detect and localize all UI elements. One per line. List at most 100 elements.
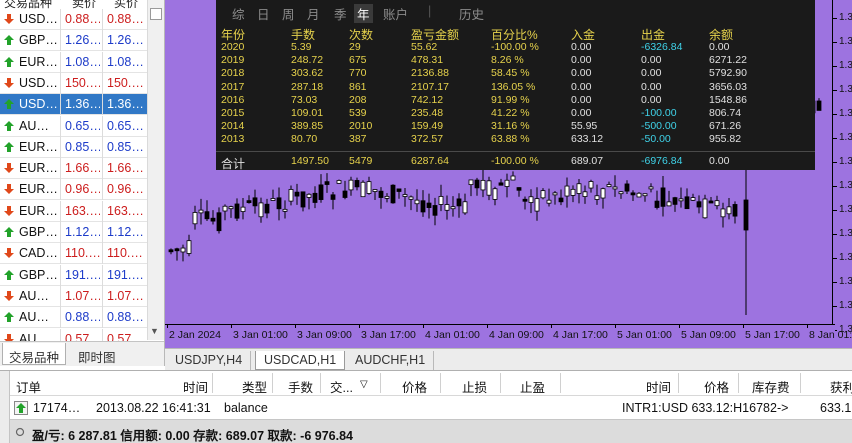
stats-cell: 2015 xyxy=(221,107,245,119)
stats-tab[interactable]: 日 xyxy=(257,4,270,23)
order-id: 17174… xyxy=(33,401,81,415)
tab-usdjpy-h4[interactable]: USDJPY,H4 xyxy=(167,351,252,370)
stats-tab[interactable]: 历史 xyxy=(459,4,484,23)
candle-body xyxy=(546,199,552,204)
market-watch-scrollbar[interactable]: ▼ xyxy=(147,0,164,340)
stats-tab[interactable]: 年 xyxy=(354,4,373,23)
price-tick xyxy=(833,258,837,259)
market-watch-row[interactable]: EUR… 0.96… 0.96… xyxy=(0,179,147,201)
candle-body xyxy=(426,202,432,208)
tab-symbols[interactable]: 交易品种 xyxy=(2,343,67,365)
terminal-summary-bar: 盈/亏: 6 287.81 信用额: 0.00 存款: 689.07 取款: -… xyxy=(10,419,852,443)
cell-separator xyxy=(102,200,103,222)
market-watch-row[interactable]: EUR… 163.… 163.… xyxy=(0,200,147,222)
candle-body xyxy=(588,181,594,189)
stats-cell: 633.12 xyxy=(571,133,604,146)
candle-body xyxy=(606,184,612,188)
col-stop-loss[interactable]: 止损 xyxy=(462,377,487,396)
market-watch-row[interactable]: USD… 1.36… 1.36… xyxy=(0,94,147,116)
col-swap[interactable]: 库存费 xyxy=(752,377,790,396)
market-watch-row[interactable]: USD… 0.88… 0.88… xyxy=(0,9,147,30)
col-type[interactable]: 类型 xyxy=(242,377,267,396)
market-watch-row[interactable]: EUR… 1.66… 1.66… xyxy=(0,158,147,180)
price-axis[interactable]: 1.3 1.3 1.3 1.3 1.3 1.3 1.3 1.3 1.3 1.3 1.3 1.3 1.3 1… xyxy=(832,0,852,348)
market-watch-row[interactable]: EUR… 1.08… 1.08… xyxy=(0,51,147,73)
stats-cell: 55.95 xyxy=(571,120,598,133)
scrollbar-thumb[interactable] xyxy=(150,8,162,20)
market-watch-row[interactable]: GBP… 191.… 191.… xyxy=(0,264,147,286)
stats-tab[interactable]: 综 xyxy=(232,4,245,23)
col-price[interactable]: 价格 xyxy=(402,377,427,396)
stats-total-cell: -6976.84 xyxy=(641,155,683,167)
candle-body xyxy=(390,184,396,204)
stats-cell: 2016 xyxy=(221,93,245,106)
candle-body xyxy=(306,193,312,198)
stats-cell: 55.62 xyxy=(411,41,438,53)
cell-separator xyxy=(60,9,61,30)
cell-separator xyxy=(60,94,61,116)
market-watch-row[interactable]: AU… 0.65… 0.65… xyxy=(0,115,147,137)
tab-tick-chart[interactable]: 即时图 xyxy=(72,343,122,365)
candle-body xyxy=(522,198,528,202)
ask-price: 1.07… xyxy=(107,288,144,303)
stats-cell: 387 xyxy=(349,133,367,146)
market-watch-row[interactable]: AU… 1.07… 1.07… xyxy=(0,285,147,307)
arrow-up-icon xyxy=(4,56,14,67)
market-watch-row[interactable]: AU… 0.88… 0.88… xyxy=(0,307,147,329)
market-watch-row[interactable]: EUR… 0.85… 0.85… xyxy=(0,136,147,158)
table-row[interactable]: 17174… 2013.08.22 16:41:31 balance INTR1… xyxy=(10,397,852,419)
candle-body xyxy=(696,201,702,208)
col-profit[interactable]: 获利 xyxy=(830,377,852,396)
col-order[interactable]: 订单 xyxy=(16,377,41,396)
column-header-bid[interactable]: 卖价 xyxy=(72,0,96,9)
market-watch-row[interactable]: GBP… 1.12… 1.12… xyxy=(0,222,147,243)
stats-cell: 389.85 xyxy=(291,120,324,133)
stats-cell: -6326.84 xyxy=(641,41,683,53)
candle-body xyxy=(468,179,474,186)
bid-price: 163.… xyxy=(65,203,100,218)
col-take-profit[interactable]: 止盈 xyxy=(520,377,545,396)
candle-body xyxy=(708,200,714,204)
stats-cell: 58.45 % xyxy=(491,67,530,80)
column-header-symbol[interactable]: 交易品种 xyxy=(4,0,52,9)
price-axis-label: 1.3 xyxy=(839,252,852,263)
scroll-down-icon[interactable]: ▼ xyxy=(150,326,159,336)
tab-usdcad-h1[interactable]: USDCAD,H1 xyxy=(255,351,346,370)
col-separator xyxy=(320,373,321,393)
col-lots[interactable]: 手数 xyxy=(288,377,313,396)
market-watch-row[interactable]: GBP… 1.26… 1.26… xyxy=(0,30,147,52)
ask-price: 1.36… xyxy=(107,97,144,112)
candle-body xyxy=(372,189,378,192)
symbol-name: AU… xyxy=(19,288,49,303)
candle-body xyxy=(450,206,456,210)
candle-body xyxy=(240,206,246,212)
arrow-up-icon xyxy=(4,312,14,323)
col-symbol[interactable]: 交... xyxy=(330,377,353,396)
stats-tab[interactable]: 周 xyxy=(282,4,295,23)
candle-body xyxy=(516,187,522,191)
cell-separator xyxy=(102,285,103,307)
arrow-down-icon xyxy=(4,290,14,301)
market-watch-row[interactable]: USD… 150.… 150.… xyxy=(0,72,147,94)
tab-audchf-h1[interactable]: AUDCHF,H1 xyxy=(347,351,435,370)
price-axis-label: 1.3 xyxy=(839,156,852,167)
column-header-ask[interactable]: 买价 xyxy=(114,0,138,9)
arrow-down-icon xyxy=(4,77,14,88)
market-watch-row[interactable]: CAD… 110.… 110.… xyxy=(0,243,147,265)
col-close-price[interactable]: 价格 xyxy=(704,377,729,396)
col-time[interactable]: 时间 xyxy=(183,377,208,396)
stats-tab[interactable]: 月 xyxy=(307,4,320,23)
candle-body xyxy=(684,196,690,210)
col-close-time[interactable]: 时间 xyxy=(646,377,671,396)
candle-body xyxy=(384,195,390,199)
ask-price: 1.12… xyxy=(107,225,144,239)
stats-tab[interactable]: 账户 xyxy=(383,4,408,23)
candle-body xyxy=(420,200,426,213)
bid-price: 150.… xyxy=(65,75,100,90)
stats-tab[interactable]: 季 xyxy=(334,4,347,23)
time-axis[interactable]: 2 Jan 2024 3 Jan 01:00 3 Jan 09:00 3 Jan 17… xyxy=(165,324,852,348)
symbol-name: EUR… xyxy=(19,203,57,218)
cell-separator xyxy=(60,158,61,180)
sort-down-icon[interactable]: ▽ xyxy=(360,379,368,390)
time-axis-line xyxy=(165,324,835,325)
